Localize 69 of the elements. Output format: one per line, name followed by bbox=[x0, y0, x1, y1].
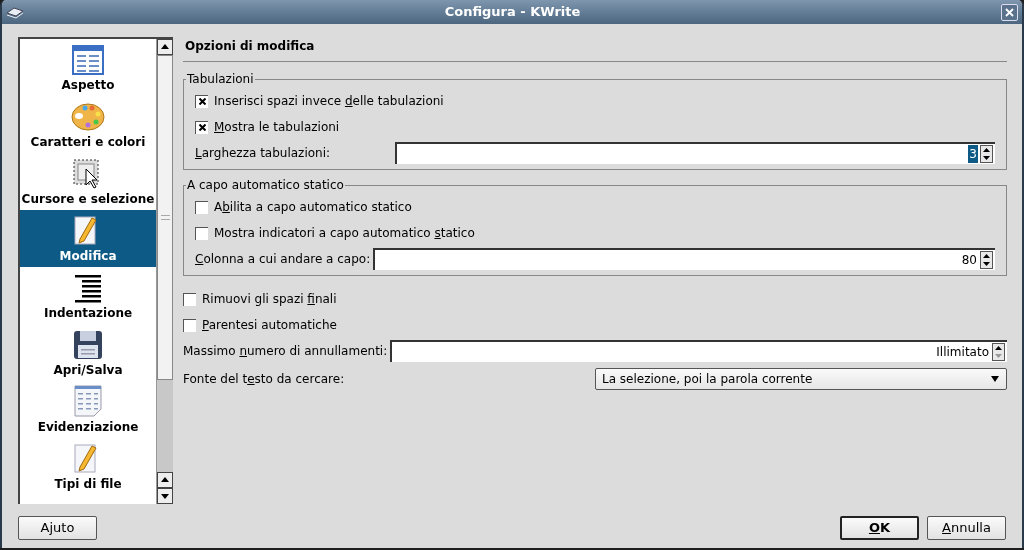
spin-box[interactable]: 80 bbox=[373, 248, 995, 270]
checkbox[interactable] bbox=[195, 94, 208, 108]
category-label: Apri/Salva bbox=[53, 362, 123, 379]
category-label: Evidenziazione bbox=[37, 419, 139, 436]
category-item[interactable]: Evidenziazione bbox=[20, 381, 156, 438]
checkbox-label: Mostra le tabulazioni bbox=[214, 119, 340, 136]
window-menu-icon bbox=[6, 5, 24, 19]
scroll-up-icon[interactable] bbox=[157, 39, 173, 55]
category-item[interactable]: Modifica bbox=[20, 210, 156, 267]
category-label: Caratteri e colori bbox=[30, 134, 146, 151]
checkbox-label: Abilita a capo automatico statico bbox=[214, 199, 412, 216]
close-icon bbox=[1005, 7, 1014, 17]
dropdown[interactable]: La selezione, poi la parola corrente bbox=[595, 368, 1007, 390]
dropdown-arrow-icon bbox=[990, 376, 1000, 382]
check-mark-icon bbox=[198, 124, 206, 131]
category-label: Tipi di file bbox=[54, 476, 122, 493]
spin-arrows[interactable] bbox=[980, 145, 993, 163]
scroll-down-icon[interactable] bbox=[157, 488, 173, 504]
down-arrow-icon bbox=[981, 154, 992, 162]
down-arrow-icon bbox=[993, 352, 1004, 360]
check-mark-icon bbox=[198, 98, 206, 105]
checkbox[interactable] bbox=[195, 200, 208, 214]
dialog-button[interactable]: OK bbox=[840, 516, 919, 540]
checkbox-label: Inserisci spazi invece delle tabulazioni bbox=[214, 93, 444, 110]
up-arrow-icon bbox=[981, 146, 992, 154]
group-title: A capo automatico statico bbox=[186, 177, 345, 193]
spin-box[interactable]: 3 bbox=[395, 142, 995, 164]
window-list-icon bbox=[72, 45, 104, 75]
category-item[interactable]: Aspetto bbox=[20, 39, 156, 96]
category-label: Aspetto bbox=[61, 77, 115, 94]
category-label: Cursore e selezione bbox=[21, 191, 155, 208]
close-button[interactable] bbox=[1001, 3, 1018, 21]
scroll-up-icon[interactable] bbox=[157, 472, 173, 488]
field-label: Fonte del testo da cercare: bbox=[183, 372, 345, 386]
checkbox[interactable] bbox=[195, 226, 208, 240]
category-item[interactable]: Cursore e selezione bbox=[20, 153, 156, 210]
category-item[interactable]: Tipi di file bbox=[20, 438, 156, 495]
dialog-button[interactable]: Ajuto bbox=[18, 516, 97, 540]
category-label: Indentazione bbox=[43, 305, 133, 322]
category-label: Modifica bbox=[59, 248, 117, 265]
category-item[interactable]: Indentazione bbox=[20, 267, 156, 324]
checkbox[interactable] bbox=[183, 292, 196, 306]
checkbox-label: Parentesi automatiche bbox=[202, 317, 337, 334]
spin-value: 3 bbox=[968, 145, 978, 163]
spreadsheet-icon bbox=[73, 385, 103, 417]
spin-value: 80 bbox=[960, 252, 978, 269]
dropdown-value: La selezione, poi la parola corrente bbox=[602, 371, 814, 388]
down-arrow-icon bbox=[981, 260, 992, 268]
palette-icon bbox=[71, 102, 105, 132]
page-heading: Opzioni di modifica bbox=[185, 39, 315, 53]
scroll-thumb[interactable] bbox=[157, 55, 173, 380]
scrollbar[interactable] bbox=[156, 39, 173, 504]
checkbox-label: Mostra indicatori a capo automatico statico bbox=[214, 225, 475, 242]
category-item[interactable]: Apri/Salva bbox=[20, 324, 156, 381]
dialog-button[interactable]: Annulla bbox=[927, 516, 1006, 540]
spin-value: Illimitato bbox=[935, 344, 990, 361]
up-arrow-icon bbox=[993, 344, 1004, 352]
up-arrow-icon bbox=[981, 252, 992, 260]
indent-icon bbox=[73, 273, 103, 303]
spin-arrows[interactable] bbox=[980, 251, 993, 269]
category-item[interactable]: Caratteri e colori bbox=[20, 96, 156, 153]
field-label: Colonna a cui andare a capo: bbox=[195, 252, 371, 266]
checkbox[interactable] bbox=[183, 318, 196, 332]
checkbox[interactable] bbox=[195, 120, 208, 134]
checkbox-label: Rimuovi gli spazi finali bbox=[202, 291, 337, 308]
window-title: Configura - KWrite bbox=[443, 3, 582, 22]
spin-box[interactable]: Illimitato bbox=[390, 340, 1007, 362]
field-label: Massimo numero di annullamenti: bbox=[183, 344, 388, 358]
field-label: Larghezza tabulazioni: bbox=[195, 146, 331, 160]
